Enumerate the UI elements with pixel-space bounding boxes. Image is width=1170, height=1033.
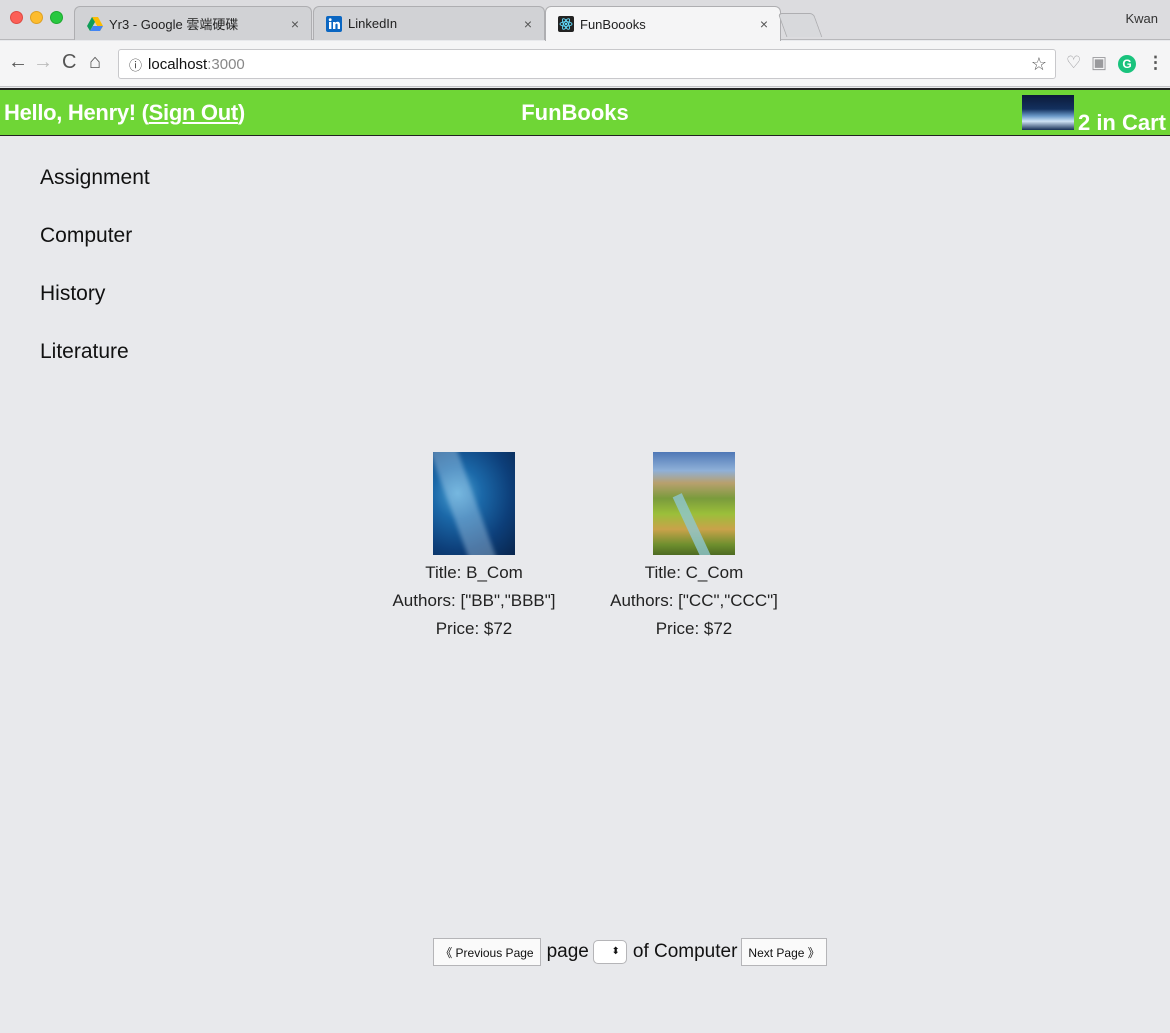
new-tab-button[interactable]: [777, 13, 823, 37]
window-close-button[interactable]: [10, 11, 23, 24]
category-literature[interactable]: Literature: [40, 340, 150, 398]
book-card[interactable]: Title: B_Com Authors: ["BB","BBB"] Price…: [354, 452, 594, 643]
address-bar[interactable]: ⓘ localhost:3000 ☆: [118, 49, 1056, 79]
browser-tab-drive[interactable]: Yr3 - Google 雲端硬碟 ×: [74, 6, 312, 40]
book-price: Price: $72: [435, 619, 513, 638]
book-title: Title: B_Com: [425, 563, 523, 582]
tab-close-icon[interactable]: ×: [760, 16, 768, 32]
book-price: Price: $72: [655, 619, 733, 638]
forward-arrow-icon[interactable]: →: [33, 51, 53, 74]
pocket-extension-icon[interactable]: ▣: [1091, 53, 1107, 73]
url-host: localhost: [148, 55, 208, 73]
tab-title: LinkedIn: [348, 16, 398, 31]
browser-tab-funbooks[interactable]: FunBoooks ×: [545, 6, 781, 41]
app-header: Hello, Henry! (Sign Out) FunBooks 2 in C…: [0, 88, 1170, 136]
browser-toolbar: ← → C ⌂ ⓘ localhost:3000 ☆ ♡ ▣ G ⋮: [0, 41, 1170, 87]
google-drive-icon: [87, 16, 103, 31]
page-select[interactable]: ⬍: [592, 940, 627, 964]
profile-name[interactable]: Kwan: [1125, 11, 1158, 26]
previous-page-button[interactable]: 《 Previous Page: [433, 938, 541, 966]
cart-count[interactable]: 2 in Cart: [1078, 110, 1166, 136]
of-category-label: of Computer: [632, 941, 738, 962]
category-computer[interactable]: Computer: [40, 224, 150, 282]
browser-tab-linkedin[interactable]: LinkedIn ×: [313, 6, 545, 40]
tab-close-icon[interactable]: ×: [291, 16, 299, 32]
category-list: Assignment Computer History Literature: [40, 166, 150, 398]
bookmark-star-icon[interactable]: ☆: [1031, 54, 1047, 75]
grammarly-extension-icon[interactable]: G: [1118, 55, 1136, 73]
tab-title: Yr3 - Google 雲端硬碟: [109, 17, 239, 32]
next-page-button[interactable]: Next Page 》: [741, 938, 827, 966]
cart-image[interactable]: [1022, 95, 1074, 130]
category-history[interactable]: History: [40, 282, 150, 340]
tab-close-icon[interactable]: ×: [524, 16, 532, 32]
reload-icon[interactable]: C: [62, 51, 76, 74]
book-cover-image[interactable]: [433, 452, 515, 555]
shield-extension-icon[interactable]: ♡: [1066, 53, 1081, 73]
book-card[interactable]: Title: C_Com Authors: ["CC","CCC"] Price…: [574, 452, 814, 643]
browser-tab-strip: Yr3 - Google 雲端硬碟 × LinkedIn × FunBoooks…: [0, 0, 1170, 41]
pagination: 《 Previous Page page ⬍ of Computer Next …: [0, 938, 1170, 966]
book-authors: Authors: ["BB","BBB"]: [392, 591, 556, 610]
category-assignment[interactable]: Assignment: [40, 166, 150, 224]
brand-title[interactable]: FunBooks: [0, 100, 1150, 126]
browser-menu-icon[interactable]: ⋮: [1147, 53, 1164, 73]
window-minimize-button[interactable]: [30, 11, 43, 24]
book-title: Title: C_Com: [644, 563, 744, 582]
react-icon: [558, 16, 574, 32]
book-authors: Authors: ["CC","CCC"]: [610, 591, 778, 610]
page-label: page: [546, 941, 589, 962]
select-arrows-icon: ⬍: [611, 946, 620, 957]
linkedin-icon: [326, 15, 342, 32]
url-port: :3000: [207, 55, 245, 73]
info-icon[interactable]: ⓘ: [129, 55, 142, 74]
tab-title: FunBoooks: [580, 16, 646, 32]
book-cover-image[interactable]: [653, 452, 735, 555]
home-icon[interactable]: ⌂: [89, 51, 101, 74]
back-arrow-icon[interactable]: ←: [8, 51, 28, 74]
window-zoom-button[interactable]: [50, 11, 63, 24]
